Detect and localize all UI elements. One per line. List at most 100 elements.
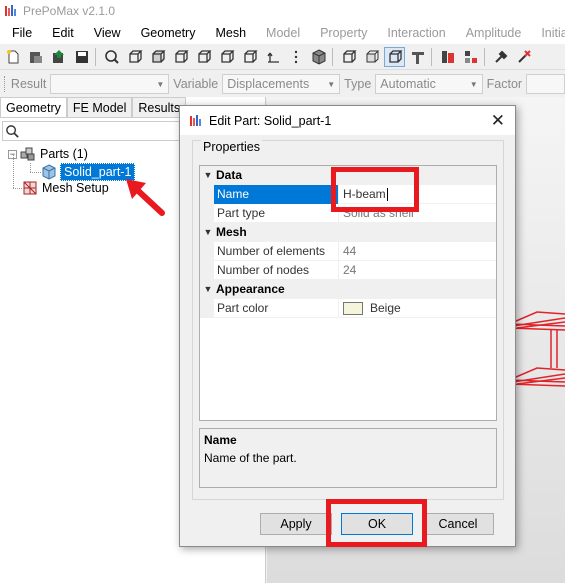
- shaded-icon[interactable]: [384, 46, 405, 67]
- menu-edit[interactable]: Edit: [40, 26, 82, 40]
- results-toolbar: Result ▼ Variable Displacements ▼ Type A…: [0, 71, 565, 97]
- app-title: PrePoMax v2.1.0: [23, 4, 116, 18]
- help-title: Name: [204, 433, 237, 447]
- variable-label: Variable: [173, 77, 219, 91]
- tree-node-mesh-setup[interactable]: Mesh Setup: [22, 179, 109, 197]
- zoom-icon[interactable]: [101, 47, 122, 67]
- menu-geometry[interactable]: Geometry: [129, 26, 204, 40]
- num-elements-property-label: Number of elements: [214, 241, 339, 261]
- property-row-part-color[interactable]: Part color Beige: [200, 298, 496, 318]
- close-icon[interactable]: ✕: [491, 111, 505, 131]
- new-file-icon[interactable]: [2, 47, 23, 67]
- prepomax-logo-icon: [5, 5, 16, 16]
- search-icon: [6, 125, 19, 138]
- result-select[interactable]: ▼: [50, 74, 170, 94]
- menu-model[interactable]: Model: [254, 26, 308, 40]
- cancel-button[interactable]: Cancel: [422, 513, 494, 535]
- type-value: Automatic: [380, 77, 436, 91]
- menu-mesh[interactable]: Mesh: [203, 26, 254, 40]
- more-options-icon[interactable]: [285, 47, 306, 67]
- save-icon[interactable]: [71, 47, 92, 67]
- remove-annotations-icon[interactable]: [513, 47, 534, 67]
- chevron-down-icon[interactable]: ▼: [200, 227, 216, 237]
- variable-select[interactable]: Displacements ▼: [222, 74, 341, 94]
- category-data-label: Data: [216, 168, 243, 182]
- app-title-bar: PrePoMax v2.1.0: [0, 0, 565, 22]
- part-color-property-value[interactable]: Beige: [339, 301, 496, 315]
- menu-initial-conditions[interactable]: Initial Co: [529, 26, 565, 40]
- view-left-icon[interactable]: [216, 47, 237, 67]
- annotation-arrow-icon: [126, 179, 165, 216]
- hide-icon[interactable]: [460, 47, 481, 67]
- tree-connector: [13, 154, 14, 188]
- grid-margin: [200, 241, 214, 261]
- import-icon[interactable]: [48, 47, 69, 67]
- grid-margin: [200, 203, 214, 223]
- factor-select[interactable]: [526, 74, 565, 94]
- factor-label: Factor: [486, 77, 523, 91]
- category-mesh[interactable]: ▼ Mesh: [200, 223, 496, 242]
- dialog-title-bar[interactable]: Edit Part: Solid_part-1 ✕: [180, 106, 515, 135]
- grid-margin: [200, 260, 214, 280]
- tree-node-parts[interactable]: − Parts (1): [8, 145, 88, 163]
- part-color-value: Beige: [370, 301, 401, 315]
- chevron-down-icon: ▼: [469, 79, 478, 89]
- menu-file[interactable]: File: [0, 26, 40, 40]
- property-row-number-of-elements[interactable]: Number of elements 44: [200, 241, 496, 261]
- properties-group-label: Properties: [201, 140, 262, 154]
- color-swatch: [343, 301, 363, 315]
- show-all-icon[interactable]: [437, 47, 458, 67]
- parts-label: Parts (1): [40, 147, 88, 161]
- tree-connector: [30, 172, 41, 173]
- parts-icon: [20, 147, 35, 161]
- solid-part-icon: [42, 164, 56, 180]
- toolbar-separator: [431, 47, 432, 66]
- isometric-view-icon[interactable]: [308, 47, 329, 67]
- property-row-number-of-nodes[interactable]: Number of nodes 24: [200, 260, 496, 280]
- view-bottom-icon[interactable]: [193, 47, 214, 67]
- view-top-icon[interactable]: [170, 47, 191, 67]
- view-front-icon[interactable]: [124, 47, 145, 67]
- chevron-down-icon[interactable]: ▼: [200, 284, 216, 294]
- apply-button[interactable]: Apply: [260, 513, 332, 535]
- menu-view[interactable]: View: [82, 26, 129, 40]
- tab-geometry[interactable]: Geometry: [0, 97, 67, 118]
- chevron-down-icon: ▼: [327, 79, 336, 89]
- wireframe-icon[interactable]: [338, 47, 359, 67]
- chevron-down-icon[interactable]: ▼: [200, 170, 216, 180]
- open-file-icon[interactable]: [25, 47, 46, 67]
- num-elements-property-value: 44: [343, 244, 357, 258]
- prepomax-logo-icon: [190, 114, 201, 126]
- query-icon[interactable]: [490, 47, 511, 67]
- category-appearance[interactable]: ▼ Appearance: [200, 280, 496, 299]
- section-view-icon[interactable]: [407, 47, 428, 67]
- tab-fe-model[interactable]: FE Model: [66, 97, 133, 118]
- annotation-highlight-name: [331, 167, 419, 212]
- shaded-edges-icon[interactable]: [361, 47, 382, 67]
- toolbar-separator: [332, 47, 333, 66]
- tree-tabs: Geometry FE Model Results: [0, 97, 187, 118]
- num-nodes-property-value: 24: [343, 263, 357, 277]
- category-appearance-label: Appearance: [216, 282, 285, 296]
- menu-property[interactable]: Property: [308, 26, 375, 40]
- view-normal-icon[interactable]: [262, 47, 283, 67]
- menu-bar: File Edit View Geometry Mesh Model Prope…: [0, 22, 565, 44]
- tree-connector: [13, 188, 22, 189]
- menu-amplitude[interactable]: Amplitude: [454, 26, 530, 40]
- tree-connector: [30, 163, 31, 172]
- category-mesh-label: Mesh: [216, 225, 247, 239]
- menu-interaction[interactable]: Interaction: [375, 26, 453, 40]
- chevron-down-icon: ▼: [156, 79, 165, 89]
- annotation-highlight-ok: [326, 499, 427, 547]
- grid-margin: [200, 184, 214, 204]
- num-nodes-property-label: Number of nodes: [214, 260, 339, 280]
- view-back-icon[interactable]: [147, 47, 168, 67]
- toolbar-separator: [95, 47, 96, 66]
- grid-margin: [200, 298, 214, 318]
- type-select[interactable]: Automatic ▼: [375, 74, 483, 94]
- view-right-icon[interactable]: [239, 47, 260, 67]
- edit-part-dialog: Edit Part: Solid_part-1 ✕ Properties ▼ D…: [179, 105, 516, 547]
- toolbar-separator: [484, 47, 485, 66]
- main-toolbar: [0, 44, 565, 70]
- part-type-property-label: Part type: [214, 203, 339, 223]
